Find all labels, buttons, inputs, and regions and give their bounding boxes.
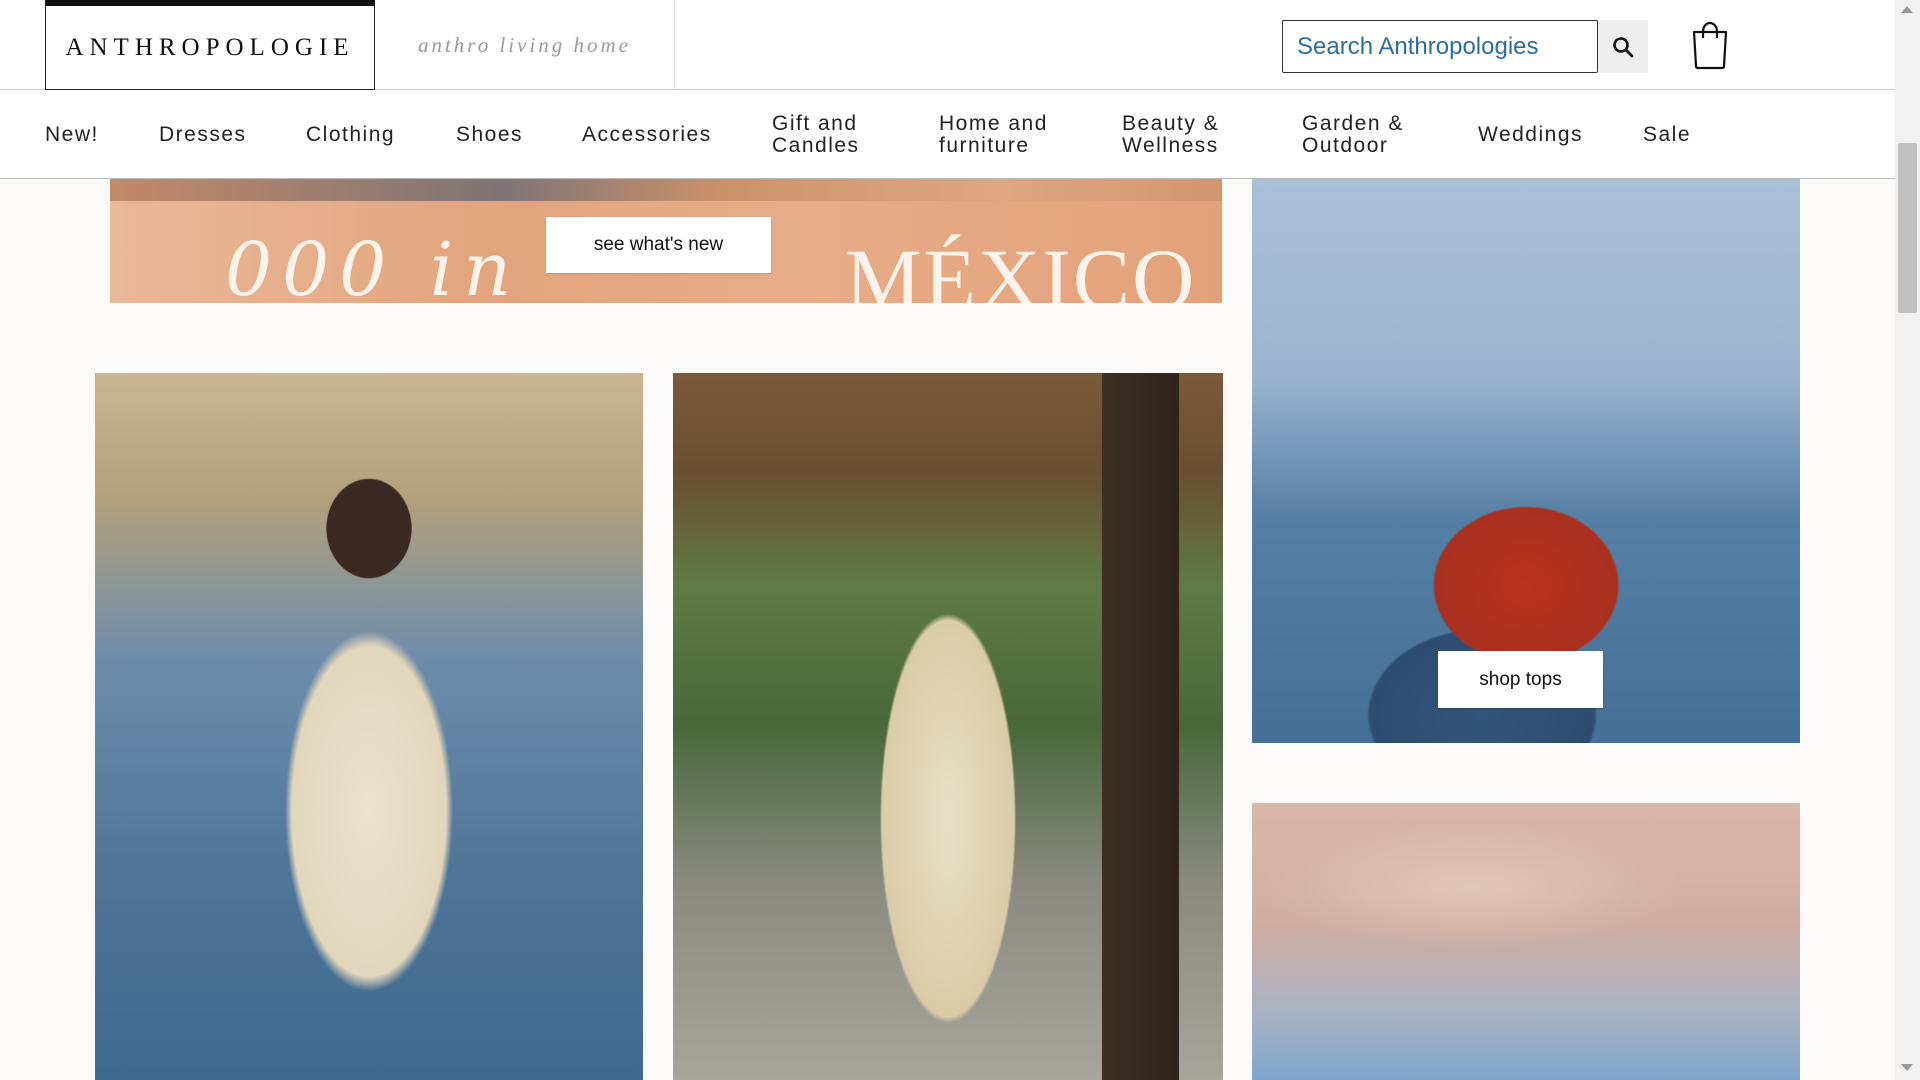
scroll-up-arrow-icon[interactable]	[1901, 6, 1913, 13]
nav-item-new[interactable]: New!	[45, 90, 99, 179]
search-input[interactable]	[1283, 21, 1597, 72]
nav-item-garden-and-outdoor[interactable]: Garden & Outdoor	[1302, 90, 1422, 179]
nav-item-dresses[interactable]: Dresses	[159, 90, 247, 179]
see-whats-new-button[interactable]: see what's new	[546, 217, 771, 273]
search-box	[1282, 20, 1598, 73]
nav-item-shoes[interactable]: Shoes	[456, 90, 523, 179]
living-logo-text: anthro living home	[417, 32, 632, 57]
shopping-bag-button[interactable]	[1688, 14, 1732, 72]
brand-logo-text: ANTHROPOLOGIE	[65, 33, 355, 61]
nav-item-beauty-and-wellness[interactable]: Beauty & Wellness	[1122, 90, 1242, 179]
shop-tops-button[interactable]: shop tops	[1438, 651, 1603, 708]
nav-item-accessories[interactable]: Accessories	[582, 90, 712, 179]
nav-item-sale[interactable]: Sale	[1643, 90, 1691, 179]
main-navigation: New! Dresses Clothing Shoes Accessories …	[0, 90, 1895, 179]
lifestyle-photo-sky[interactable]	[1252, 803, 1800, 1080]
shopping-bag-icon	[1692, 21, 1728, 70]
lifestyle-photo-sun-dress[interactable]	[95, 373, 643, 1080]
anthropologie-brand-tab[interactable]: ANTHROPOLOGIE	[45, 0, 375, 90]
page-scrollbar[interactable]	[1895, 0, 1920, 1080]
search-button[interactable]	[1598, 20, 1648, 73]
banner-script-text: 000 in	[225, 227, 522, 303]
nav-item-clothing[interactable]: Clothing	[306, 90, 395, 179]
scroll-down-arrow-icon[interactable]	[1901, 1064, 1913, 1071]
banner-title: MÉXICO	[845, 231, 1197, 303]
search-icon	[1613, 36, 1634, 57]
nav-item-home-and-furniture[interactable]: Home and furniture	[939, 90, 1069, 179]
site-header: ANTHROPOLOGIE anthro living home	[0, 0, 1895, 90]
anthro-living-home-tab[interactable]: anthro living home	[375, 0, 675, 90]
nav-item-weddings[interactable]: Weddings	[1478, 90, 1583, 179]
scroll-thumb[interactable]	[1898, 143, 1917, 313]
lifestyle-photo-floral-top[interactable]	[673, 373, 1223, 1080]
nav-item-gift-and-candles[interactable]: Gift and Candles	[772, 90, 882, 179]
